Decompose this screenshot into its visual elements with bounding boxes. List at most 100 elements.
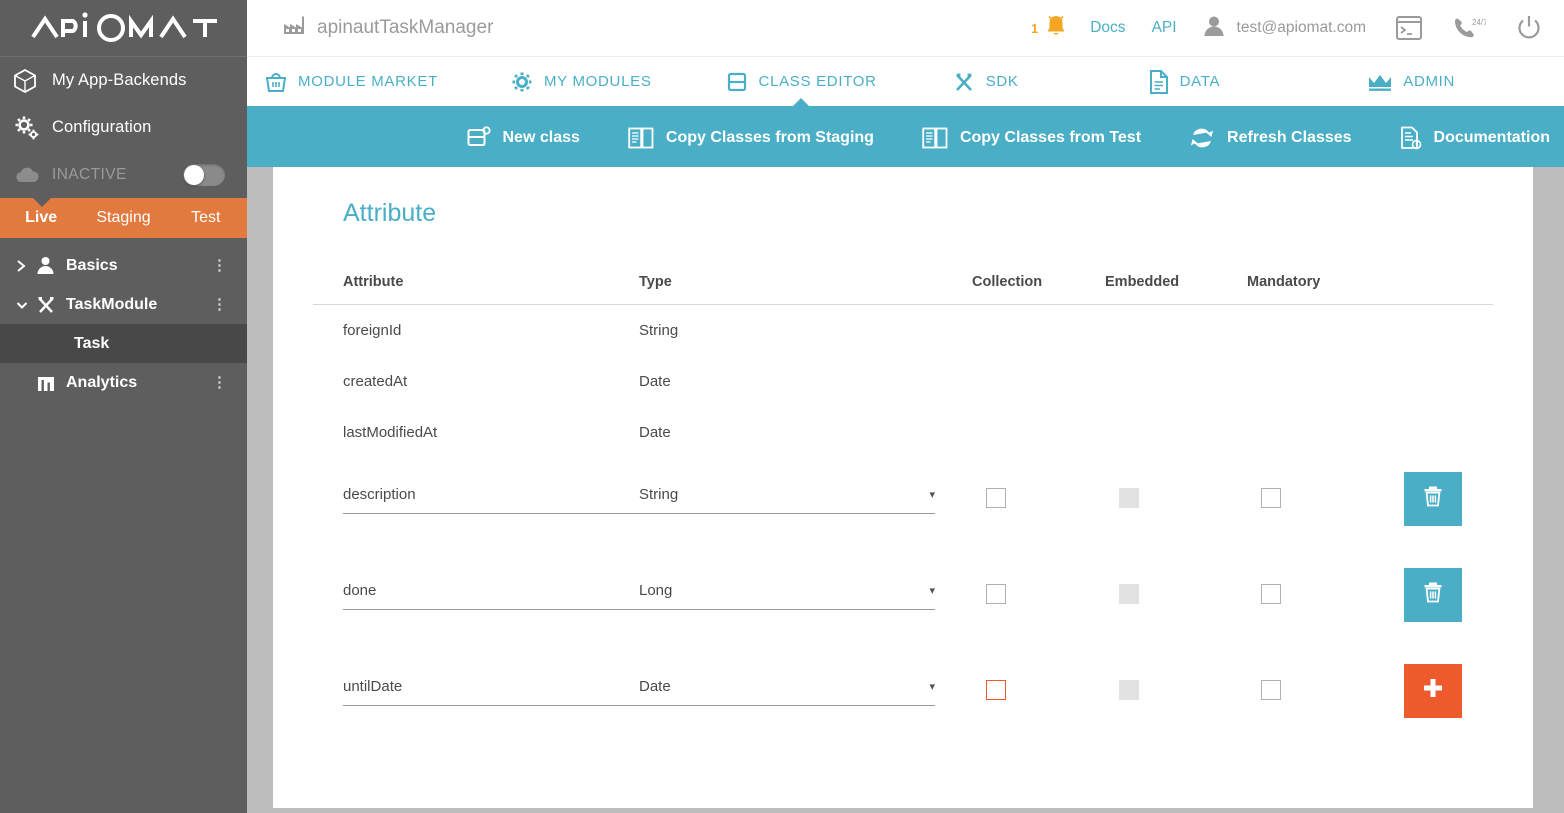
notifications-button[interactable]: 1 — [1031, 13, 1068, 44]
tree-item-task[interactable]: Task — [0, 324, 247, 363]
tree-item-menu-icon[interactable]: ⋮ — [212, 297, 227, 312]
document-icon — [1149, 70, 1169, 94]
delete-attribute-button[interactable] — [1404, 568, 1462, 622]
column-header-mandatory: Mandatory — [1247, 274, 1402, 305]
collection-checkbox[interactable] — [986, 488, 1006, 508]
docs-link[interactable]: Docs — [1090, 19, 1125, 37]
column-header-actions — [1402, 274, 1493, 305]
tab-class-editor[interactable]: CLASS EDITOR — [726, 57, 877, 106]
documentation-button[interactable]: Documentation — [1400, 126, 1550, 150]
tree-item-label: TaskModule — [66, 296, 157, 314]
svg-text:24/7: 24/7 — [1472, 18, 1486, 27]
trash-icon — [1422, 580, 1444, 609]
mandatory-cell — [1247, 356, 1402, 407]
tree-item-label: Analytics — [66, 374, 137, 392]
page-title: Attribute — [313, 167, 1493, 228]
tools-icon — [953, 71, 975, 93]
top-bar: apinautTaskManager 1 Docs API test@apiom… — [247, 0, 1564, 57]
api-link[interactable]: API — [1152, 19, 1177, 37]
plus-icon — [1421, 676, 1445, 705]
chevron-down-icon[interactable] — [16, 298, 36, 312]
attributes-table: Attribute Type Collection Embedded Manda… — [313, 274, 1493, 746]
collection-checkbox[interactable] — [986, 680, 1006, 700]
attribute-name-input[interactable]: done — [343, 582, 639, 610]
cube-icon — [14, 69, 48, 93]
apiomat-logo[interactable] — [0, 0, 247, 57]
embedded-checkbox — [1119, 584, 1139, 604]
refresh-icon — [1189, 127, 1215, 149]
chevron-down-icon: ▾ — [929, 680, 935, 693]
tree-item-label: Task — [74, 335, 109, 353]
actions-cell — [1402, 356, 1493, 407]
table-row: done Long ▾ — [313, 554, 1493, 650]
chevron-down-icon: ▾ — [929, 488, 935, 501]
attribute-type-select[interactable]: String ▾ — [639, 486, 935, 514]
tree-item-analytics[interactable]: Analytics ⋮ — [0, 363, 247, 402]
sidebar-item-configuration[interactable]: Configuration — [0, 104, 247, 151]
tab-module-market[interactable]: MODULE MARKET — [265, 57, 438, 106]
attribute-type-select[interactable]: Long ▾ — [639, 582, 935, 610]
sidebar-item-label: Configuration — [52, 118, 151, 137]
table-row: untilDate Date ▾ — [313, 650, 1493, 746]
status-label: INACTIVE — [52, 166, 127, 184]
top-bar-right: 1 Docs API test@apiomat.com 2 — [1031, 13, 1542, 44]
table-body: foreignId String createdAt Date — [313, 305, 1493, 746]
tree-item-basics[interactable]: Basics ⋮ — [0, 246, 247, 285]
attribute-type-value: Date — [639, 678, 671, 695]
env-tab-live[interactable]: Live — [0, 209, 82, 227]
add-attribute-button[interactable] — [1404, 664, 1462, 718]
new-class-button[interactable]: New class — [467, 126, 580, 150]
collection-checkbox[interactable] — [986, 584, 1006, 604]
actions-cell — [1402, 407, 1493, 458]
env-tab-staging[interactable]: Staging — [82, 209, 164, 227]
tree-item-menu-icon[interactable]: ⋮ — [212, 375, 227, 390]
attribute-type: Date — [639, 373, 972, 390]
power-icon[interactable] — [1516, 15, 1542, 41]
module-tree: Basics ⋮ TaskModule ⋮ Task — [0, 238, 247, 402]
phone-24-7-icon[interactable]: 24/7 — [1452, 16, 1486, 40]
documentation-icon — [1400, 126, 1422, 150]
terminal-icon[interactable] — [1396, 16, 1422, 40]
sidebar-item-my-app-backends[interactable]: My App-Backends — [0, 57, 247, 104]
delete-attribute-button[interactable] — [1404, 472, 1462, 526]
tab-label: SDK — [986, 73, 1019, 90]
attribute-name-input[interactable]: description — [343, 486, 639, 514]
chevron-right-icon[interactable] — [16, 259, 36, 273]
attribute-type-select[interactable]: Date ▾ — [639, 678, 935, 706]
copy-classes-from-staging-button[interactable]: Copy Classes from Staging — [628, 127, 874, 149]
collection-cell — [972, 305, 1105, 356]
copy-icon — [922, 127, 948, 149]
tree-item-taskmodule[interactable]: TaskModule ⋮ — [0, 285, 247, 324]
main-area: apinautTaskManager 1 Docs API test@apiom… — [247, 0, 1564, 813]
tab-label: CLASS EDITOR — [759, 73, 877, 90]
toolbar-button-label: Copy Classes from Staging — [666, 129, 874, 147]
attribute-name: foreignId — [313, 322, 639, 339]
basket-icon — [265, 71, 287, 93]
tab-sdk[interactable]: SDK — [953, 57, 1019, 106]
chart-icon — [36, 373, 64, 393]
toolbar-button-label: Copy Classes from Test — [960, 129, 1141, 147]
application-root: My App-Backends Configuration — [0, 0, 1564, 813]
tab-admin[interactable]: ADMIN — [1368, 57, 1455, 106]
user-account[interactable]: test@apiomat.com — [1203, 15, 1366, 42]
tab-data[interactable]: DATA — [1149, 57, 1221, 106]
attribute-type: Date — [639, 424, 972, 441]
env-tab-test[interactable]: Test — [165, 209, 247, 227]
copy-classes-from-test-button[interactable]: Copy Classes from Test — [922, 127, 1141, 149]
class-icon — [726, 71, 748, 93]
table-row: description String ▾ — [313, 458, 1493, 554]
attribute-name-input[interactable]: untilDate — [343, 678, 639, 706]
mandatory-checkbox[interactable] — [1261, 584, 1281, 604]
tree-item-menu-icon[interactable]: ⋮ — [212, 258, 227, 273]
tab-label: MY MODULES — [544, 73, 652, 90]
toolbar-button-label: Refresh Classes — [1227, 129, 1352, 147]
activation-toggle[interactable] — [183, 164, 225, 186]
mandatory-checkbox[interactable] — [1261, 680, 1281, 700]
tab-my-modules[interactable]: MY MODULES — [511, 57, 652, 106]
factory-icon — [283, 15, 305, 41]
tab-label: ADMIN — [1403, 73, 1455, 90]
app-title-block: apinautTaskManager — [283, 15, 493, 41]
refresh-classes-button[interactable]: Refresh Classes — [1189, 127, 1352, 149]
mandatory-checkbox[interactable] — [1261, 488, 1281, 508]
class-editor-toolbar: New class Copy Classes from Staging Copy… — [247, 109, 1564, 167]
